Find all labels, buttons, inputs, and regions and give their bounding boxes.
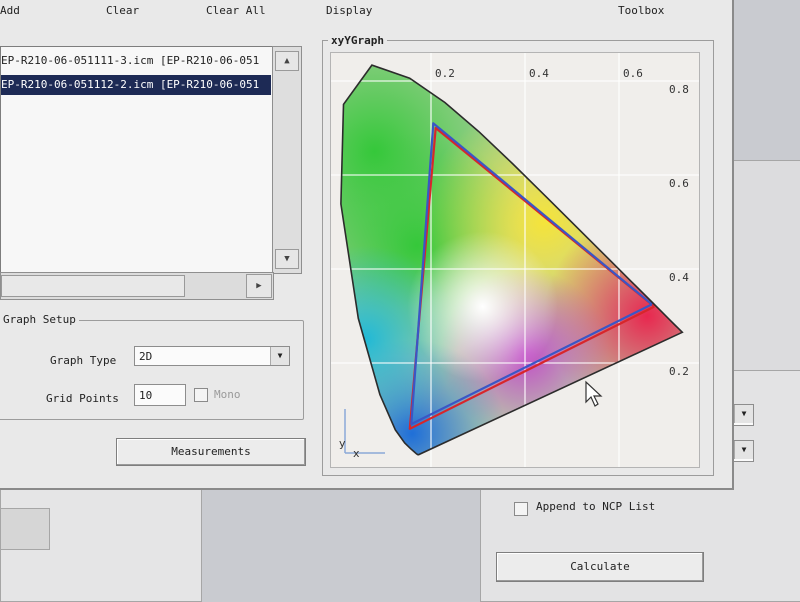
mono-label: Mono [214,388,241,401]
x-axis-symbol: x [353,447,360,460]
graph-type-label: Graph Type [50,354,117,367]
axis-indicator: y x [339,409,385,460]
profile-list[interactable]: EP-R210-06-051111-3.icm [EP-R210-06-051 … [0,46,274,274]
mono-checkbox[interactable] [194,388,208,402]
y-tick-label: 0.8 [669,83,689,96]
x-tick-label: 0.2 [435,67,455,80]
xyy-graph-dialog: Add Clear Clear All Display Toolbox EP-R… [0,0,734,490]
y-tick-label: 0.4 [669,271,689,284]
y-tick-label: 0.2 [669,365,689,378]
graph-title: xyYGraph [328,34,387,47]
mouse-cursor-icon [585,380,603,407]
grid-points-label: Grid Points [46,392,119,405]
list-item-selected[interactable]: EP-R210-06-051112-2.icm [EP-R210-06-051 [1,75,271,95]
graph-setup-title: Graph Setup [0,313,79,326]
menu-clear[interactable]: Clear [106,4,139,17]
chevron-down-icon: ▼ [734,441,753,459]
append-ncp-label: Append to NCP List [536,500,656,513]
append-ncp-checkbox[interactable] [514,502,528,516]
xyy-graph-canvas: 0.2 0.4 0.6 0.8 0.6 0.4 0.2 y x [330,52,700,468]
menu-toolbox[interactable]: Toolbox [618,4,664,17]
scroll-thumb[interactable] [1,275,185,297]
scroll-up-icon[interactable]: ▲ [275,51,299,71]
list-vertical-scrollbar[interactable]: ▲ ▼ [272,46,302,274]
menu-add[interactable]: Add [0,4,20,17]
list-horizontal-scrollbar[interactable] [0,272,274,300]
measurements-button[interactable]: Measurements [116,438,306,466]
grid-points-input[interactable]: 10 [134,384,186,406]
spectral-color-fill [340,65,683,455]
chevron-down-icon: ▼ [734,405,753,423]
color-blob [407,231,558,382]
list-item[interactable]: EP-R210-06-051111-3.icm [EP-R210-06-051 [1,51,271,71]
menu-display[interactable]: Display [326,4,372,17]
background-dropdown-2[interactable]: ▼ [732,440,754,462]
graph-type-value: 2D [139,350,153,363]
calculate-button[interactable]: Calculate [496,552,704,582]
y-tick-label: 0.6 [669,177,689,190]
background-panel-right [732,160,800,392]
scroll-right-icon[interactable]: ▶ [246,274,272,298]
y-axis-symbol: y [339,437,346,450]
scroll-down-icon[interactable]: ▼ [275,249,299,269]
x-tick-label: 0.4 [529,67,549,80]
menu-clear-all[interactable]: Clear All [206,4,266,17]
cie-chromaticity-chart: 0.2 0.4 0.6 0.8 0.6 0.4 0.2 y x [331,53,699,467]
menu-bar: Add Clear Clear All Display Toolbox [0,0,732,22]
chevron-down-icon: ▼ [270,347,289,365]
x-tick-label: 0.6 [623,67,643,80]
graph-type-select[interactable]: 2D ▼ [134,346,290,366]
background-dropdown-1[interactable]: ▼ [732,404,754,426]
background-field [0,508,50,550]
